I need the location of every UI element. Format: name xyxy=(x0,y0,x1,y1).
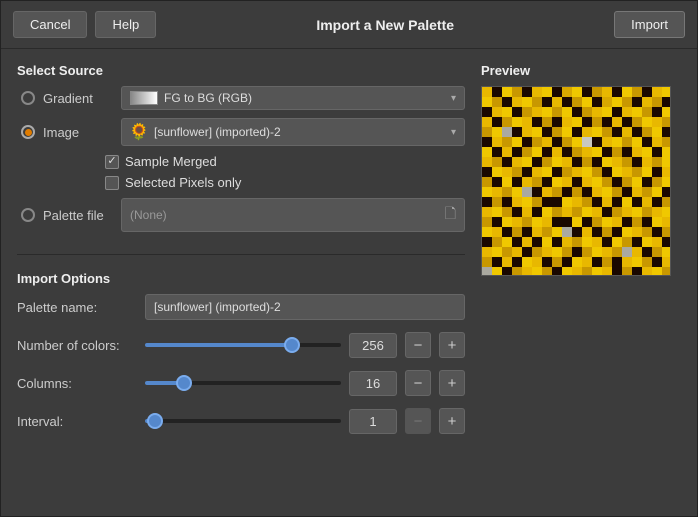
image-dropdown-arrow: ▾ xyxy=(451,127,456,138)
gradient-icon xyxy=(130,91,158,105)
left-panel: Select Source Gradient FG to BG (RGB) ▾ xyxy=(17,63,465,502)
palette-file-label: Palette file xyxy=(43,208,113,223)
interval-slider-thumb[interactable] xyxy=(147,413,163,429)
num-colors-slider-thumb[interactable] xyxy=(284,337,300,353)
main-content: Select Source Gradient FG to BG (RGB) ▾ xyxy=(1,49,697,516)
sample-merged-row: Sample Merged xyxy=(105,154,465,169)
num-colors-value: 256 xyxy=(349,333,397,358)
interval-label: Interval: xyxy=(17,414,137,429)
columns-slider-thumb[interactable] xyxy=(176,375,192,391)
columns-decrease[interactable]: − xyxy=(405,370,431,396)
columns-row: Columns: 16 − + xyxy=(17,370,465,396)
import-options-section: Import Options Palette name: Number of c… xyxy=(17,271,465,446)
titlebar: Cancel Help Import a New Palette Import xyxy=(1,1,697,49)
columns-value: 16 xyxy=(349,371,397,396)
sample-merged-checkbox[interactable] xyxy=(105,155,119,169)
selected-pixels-row: Selected Pixels only xyxy=(105,175,465,190)
num-colors-slider-fill xyxy=(145,343,292,347)
interval-value: 1 xyxy=(349,409,397,434)
palette-name-label: Palette name: xyxy=(17,300,137,315)
divider xyxy=(17,254,465,255)
select-source-header: Select Source xyxy=(17,63,465,78)
import-options-header: Import Options xyxy=(17,271,465,286)
image-dropdown-icon: 🌻 xyxy=(130,123,148,141)
interval-decrease[interactable]: − xyxy=(405,408,431,434)
gradient-dropdown-value: FG to BG (RGB) xyxy=(164,91,252,105)
import-button[interactable]: Import xyxy=(614,11,685,38)
selected-pixels-label: Selected Pixels only xyxy=(125,175,241,190)
sample-merged-label: Sample Merged xyxy=(125,154,217,169)
preview-panel: Preview xyxy=(481,63,681,502)
cancel-button[interactable]: Cancel xyxy=(13,11,87,38)
selected-pixels-checkbox[interactable] xyxy=(105,176,119,190)
preview-box xyxy=(481,86,671,276)
interval-row: Interval: 1 − + xyxy=(17,408,465,434)
interval-slider[interactable] xyxy=(145,419,341,423)
image-label: Image xyxy=(43,125,113,140)
image-dropdown[interactable]: 🌻 [sunflower] (imported)-2 ▾ xyxy=(121,118,465,146)
interval-increase[interactable]: + xyxy=(439,408,465,434)
help-button[interactable]: Help xyxy=(95,11,156,38)
image-dropdown-value: [sunflower] (imported)-2 xyxy=(154,125,281,139)
palette-file-input[interactable]: (None) 🗋 xyxy=(121,198,465,232)
gradient-dropdown[interactable]: FG to BG (RGB) ▾ xyxy=(121,86,465,110)
palette-file-row: Palette file (None) 🗋 xyxy=(17,198,465,232)
columns-increase[interactable]: + xyxy=(439,370,465,396)
select-source-section: Select Source Gradient FG to BG (RGB) ▾ xyxy=(17,63,465,232)
num-colors-label: Number of colors: xyxy=(17,338,137,353)
palette-name-row: Palette name: xyxy=(17,294,465,320)
palette-name-input[interactable] xyxy=(145,294,465,320)
num-colors-slider[interactable] xyxy=(145,343,341,347)
columns-label: Columns: xyxy=(17,376,137,391)
import-palette-dialog: Cancel Help Import a New Palette Import … xyxy=(0,0,698,517)
image-row: Image 🌻 [sunflower] (imported)-2 ▾ xyxy=(17,118,465,146)
image-radio[interactable] xyxy=(21,125,35,139)
gradient-dropdown-arrow: ▾ xyxy=(451,93,456,104)
palette-file-radio[interactable] xyxy=(21,208,35,222)
palette-file-value: (None) xyxy=(130,208,167,222)
num-colors-row: Number of colors: 256 − + xyxy=(17,332,465,358)
image-suboptions: Sample Merged Selected Pixels only xyxy=(17,154,465,190)
columns-slider[interactable] xyxy=(145,381,341,385)
dialog-title: Import a New Palette xyxy=(164,17,606,33)
preview-image xyxy=(482,87,671,276)
gradient-radio[interactable] xyxy=(21,91,35,105)
gradient-label: Gradient xyxy=(43,91,113,106)
num-colors-increase[interactable]: + xyxy=(439,332,465,358)
preview-label: Preview xyxy=(481,63,681,78)
file-browse-icon[interactable]: 🗋 xyxy=(445,203,456,227)
gradient-row: Gradient FG to BG (RGB) ▾ xyxy=(17,86,465,110)
num-colors-decrease[interactable]: − xyxy=(405,332,431,358)
